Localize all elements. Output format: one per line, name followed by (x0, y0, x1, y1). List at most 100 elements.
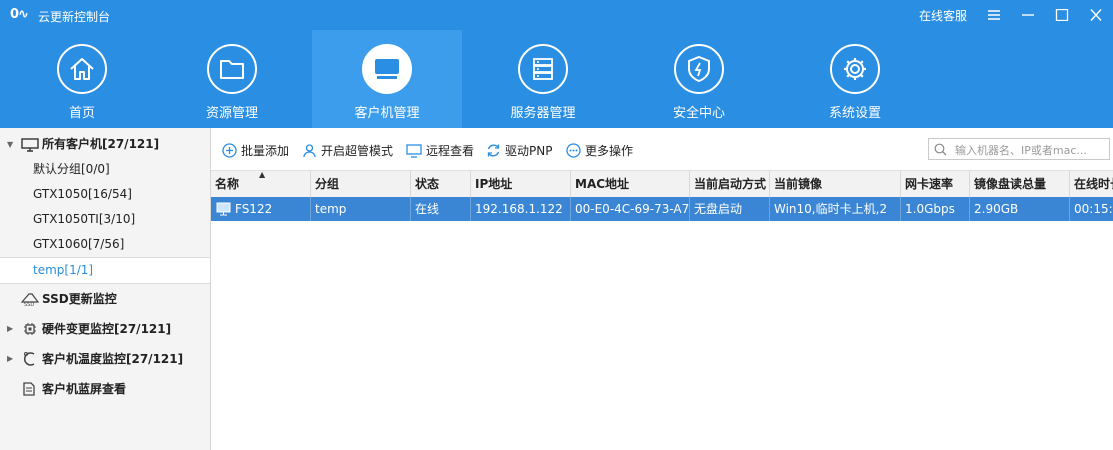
refresh-icon (487, 144, 500, 156)
column-header-boot-mode[interactable]: 当前启动方式 (690, 171, 770, 197)
tree-hardware-change[interactable]: ▶ 硬件变更监控[27/121] (0, 314, 210, 344)
column-header-mac[interactable]: MAC地址 (571, 171, 690, 197)
nav-system-settings[interactable]: 系统设置 (780, 30, 930, 128)
server-icon (518, 44, 568, 94)
tree-bluescreen-view[interactable]: 客户机蓝屏查看 (0, 374, 210, 404)
svg-text:SSD: SSD (24, 302, 34, 306)
button-label: 更多操作 (585, 143, 634, 158)
cell-nic-speed: 1.0Gbps (901, 197, 970, 221)
table-row-selected[interactable]: FS122 temp 在线 192.168.1.122 00-E0-4C-69-… (211, 197, 1113, 221)
more-operations-button[interactable]: 更多操作 (566, 141, 633, 159)
nav-label: 安全中心 (672, 106, 725, 121)
client-monitor-icon (216, 202, 231, 216)
menu-icon[interactable] (977, 0, 1011, 30)
column-header-group[interactable]: 分组 (311, 171, 411, 197)
tree-group[interactable]: GTX1060[7/56] (0, 232, 210, 257)
chip-icon (24, 323, 36, 335)
button-label: 批量添加 (241, 143, 290, 158)
temperature-icon (24, 352, 35, 366)
expanded-caret-icon[interactable]: ▼ (7, 132, 13, 157)
column-header-ip[interactable]: IP地址 (471, 171, 571, 197)
tree-label: GTX1050[16/54] (33, 187, 132, 201)
tree-group[interactable]: GTX1050[16/54] (0, 182, 210, 207)
column-header-name[interactable]: 名称 ▲ (211, 171, 311, 197)
cell-boot-mode: 无盘启动 (690, 197, 770, 221)
nav-label: 资源管理 (205, 106, 258, 121)
button-label: 远程查看 (426, 143, 475, 158)
nav-resources[interactable]: 资源管理 (157, 30, 307, 128)
cell-ip: 192.168.1.122 (471, 197, 571, 221)
cell-online-time: 00:15:1 (1070, 197, 1113, 221)
cell-name: FS122 (211, 197, 311, 221)
tree-label: GTX1060[7/56] (33, 237, 125, 251)
tree-group-selected[interactable]: temp[1/1] (0, 257, 210, 284)
document-icon (23, 382, 35, 396)
tree-label: GTX1050TI[3/10] (33, 212, 136, 226)
remote-view-button[interactable]: 远程查看 (406, 141, 474, 159)
cell-image: Win10,临时卡上机,2 (770, 197, 901, 221)
tree-ssd-monitor[interactable]: SSD SSD更新监控 (0, 284, 210, 314)
column-header-online-time[interactable]: 在线时长 (1070, 171, 1113, 197)
search-icon (934, 143, 947, 156)
tree-label: 客户机温度监控[27/121] (42, 352, 184, 366)
driver-pnp-button[interactable]: 驱动PNP (486, 141, 552, 159)
folder-icon (207, 44, 257, 94)
search-box[interactable] (928, 138, 1110, 160)
tree-group[interactable]: 默认分组[0/0] (0, 157, 210, 182)
nav-label: 系统设置 (828, 106, 881, 121)
column-header-status[interactable]: 状态 (411, 171, 471, 197)
title-bar: 0∿ 云更新控制台 在线客服 (0, 0, 1113, 30)
tree-label: temp[1/1] (33, 263, 94, 277)
tree-temperature-monitor[interactable]: ▶ 客户机温度监控[27/121] (0, 344, 210, 374)
gear-icon (830, 44, 880, 94)
nav-label: 客户机管理 (354, 106, 420, 121)
tree-all-clients[interactable]: ▼ 所有客户机[27/121] (0, 132, 210, 157)
toolbar: 批量添加 开启超管模式 远程查看 驱动PNP 更多操作 (211, 128, 1113, 170)
button-label: 驱动PNP (505, 143, 553, 158)
column-header-image[interactable]: 当前镜像 (770, 171, 901, 197)
nav-security-center[interactable]: 安全中心 (624, 30, 774, 128)
client-table: 名称 ▲ 分组 状态 IP地址 MAC地址 当前启动方式 当前镜像 网卡速率 镜像… (211, 170, 1113, 450)
app-title: 云更新控制台 (38, 10, 111, 24)
user-icon (303, 143, 316, 157)
sort-ascending-icon: ▲ (259, 171, 266, 179)
cell-group: temp (311, 197, 411, 221)
nav-home[interactable]: 首页 (7, 30, 157, 128)
search-input[interactable] (953, 141, 1107, 159)
tree-label: 所有客户机[27/121] (42, 137, 160, 151)
collapsed-caret-icon[interactable]: ▶ (7, 344, 13, 374)
tree-label: 客户机蓝屏查看 (42, 382, 127, 396)
tree-label: 默认分组[0/0] (33, 162, 110, 176)
super-admin-mode-button[interactable]: 开启超管模式 (302, 141, 393, 159)
ssd-icon: SSD (21, 293, 39, 306)
monitor-icon (21, 138, 39, 152)
column-header-image-read[interactable]: 镜像盘读总量 (970, 171, 1070, 197)
cell-image-read: 2.90GB (970, 197, 1070, 221)
column-header-nic-speed[interactable]: 网卡速率 (901, 171, 970, 197)
add-circle-icon (222, 142, 237, 158)
collapsed-caret-icon[interactable]: ▶ (7, 314, 13, 344)
cell-status: 在线 (411, 197, 471, 221)
remote-monitor-icon (406, 143, 422, 158)
close-icon[interactable] (1079, 0, 1113, 30)
nav-server-management[interactable]: 服务器管理 (468, 30, 618, 128)
maximize-icon[interactable] (1045, 0, 1079, 30)
nav-label: 服务器管理 (510, 106, 576, 121)
more-icon (566, 142, 581, 158)
tree-group[interactable]: GTX1050TI[3/10] (0, 207, 210, 232)
table-header: 名称 ▲ 分组 状态 IP地址 MAC地址 当前启动方式 当前镜像 网卡速率 镜像… (211, 170, 1113, 198)
tree-label: 硬件变更监控[27/121] (42, 322, 172, 336)
app-logo: 0∿ (10, 7, 29, 22)
button-label: 开启超管模式 (321, 143, 394, 158)
cell-mac: 00-E0-4C-69-73-A7 (571, 197, 690, 221)
online-service-link[interactable]: 在线客服 (919, 7, 967, 24)
nav-client-management[interactable]: 客户机管理 (312, 30, 462, 128)
batch-add-button[interactable]: 批量添加 (222, 141, 289, 159)
main-nav: 首页 资源管理 客户机管理 服务器管理 安全中心 系统设置 (0, 30, 1113, 128)
client-tree-sidebar: ▼ 所有客户机[27/121] 默认分组[0/0] GTX1050[16/54]… (0, 128, 211, 450)
monitor-icon (362, 44, 412, 94)
minimize-icon[interactable] (1011, 0, 1045, 30)
shield-icon (674, 44, 724, 94)
home-icon (57, 44, 107, 94)
nav-label: 首页 (68, 106, 95, 121)
